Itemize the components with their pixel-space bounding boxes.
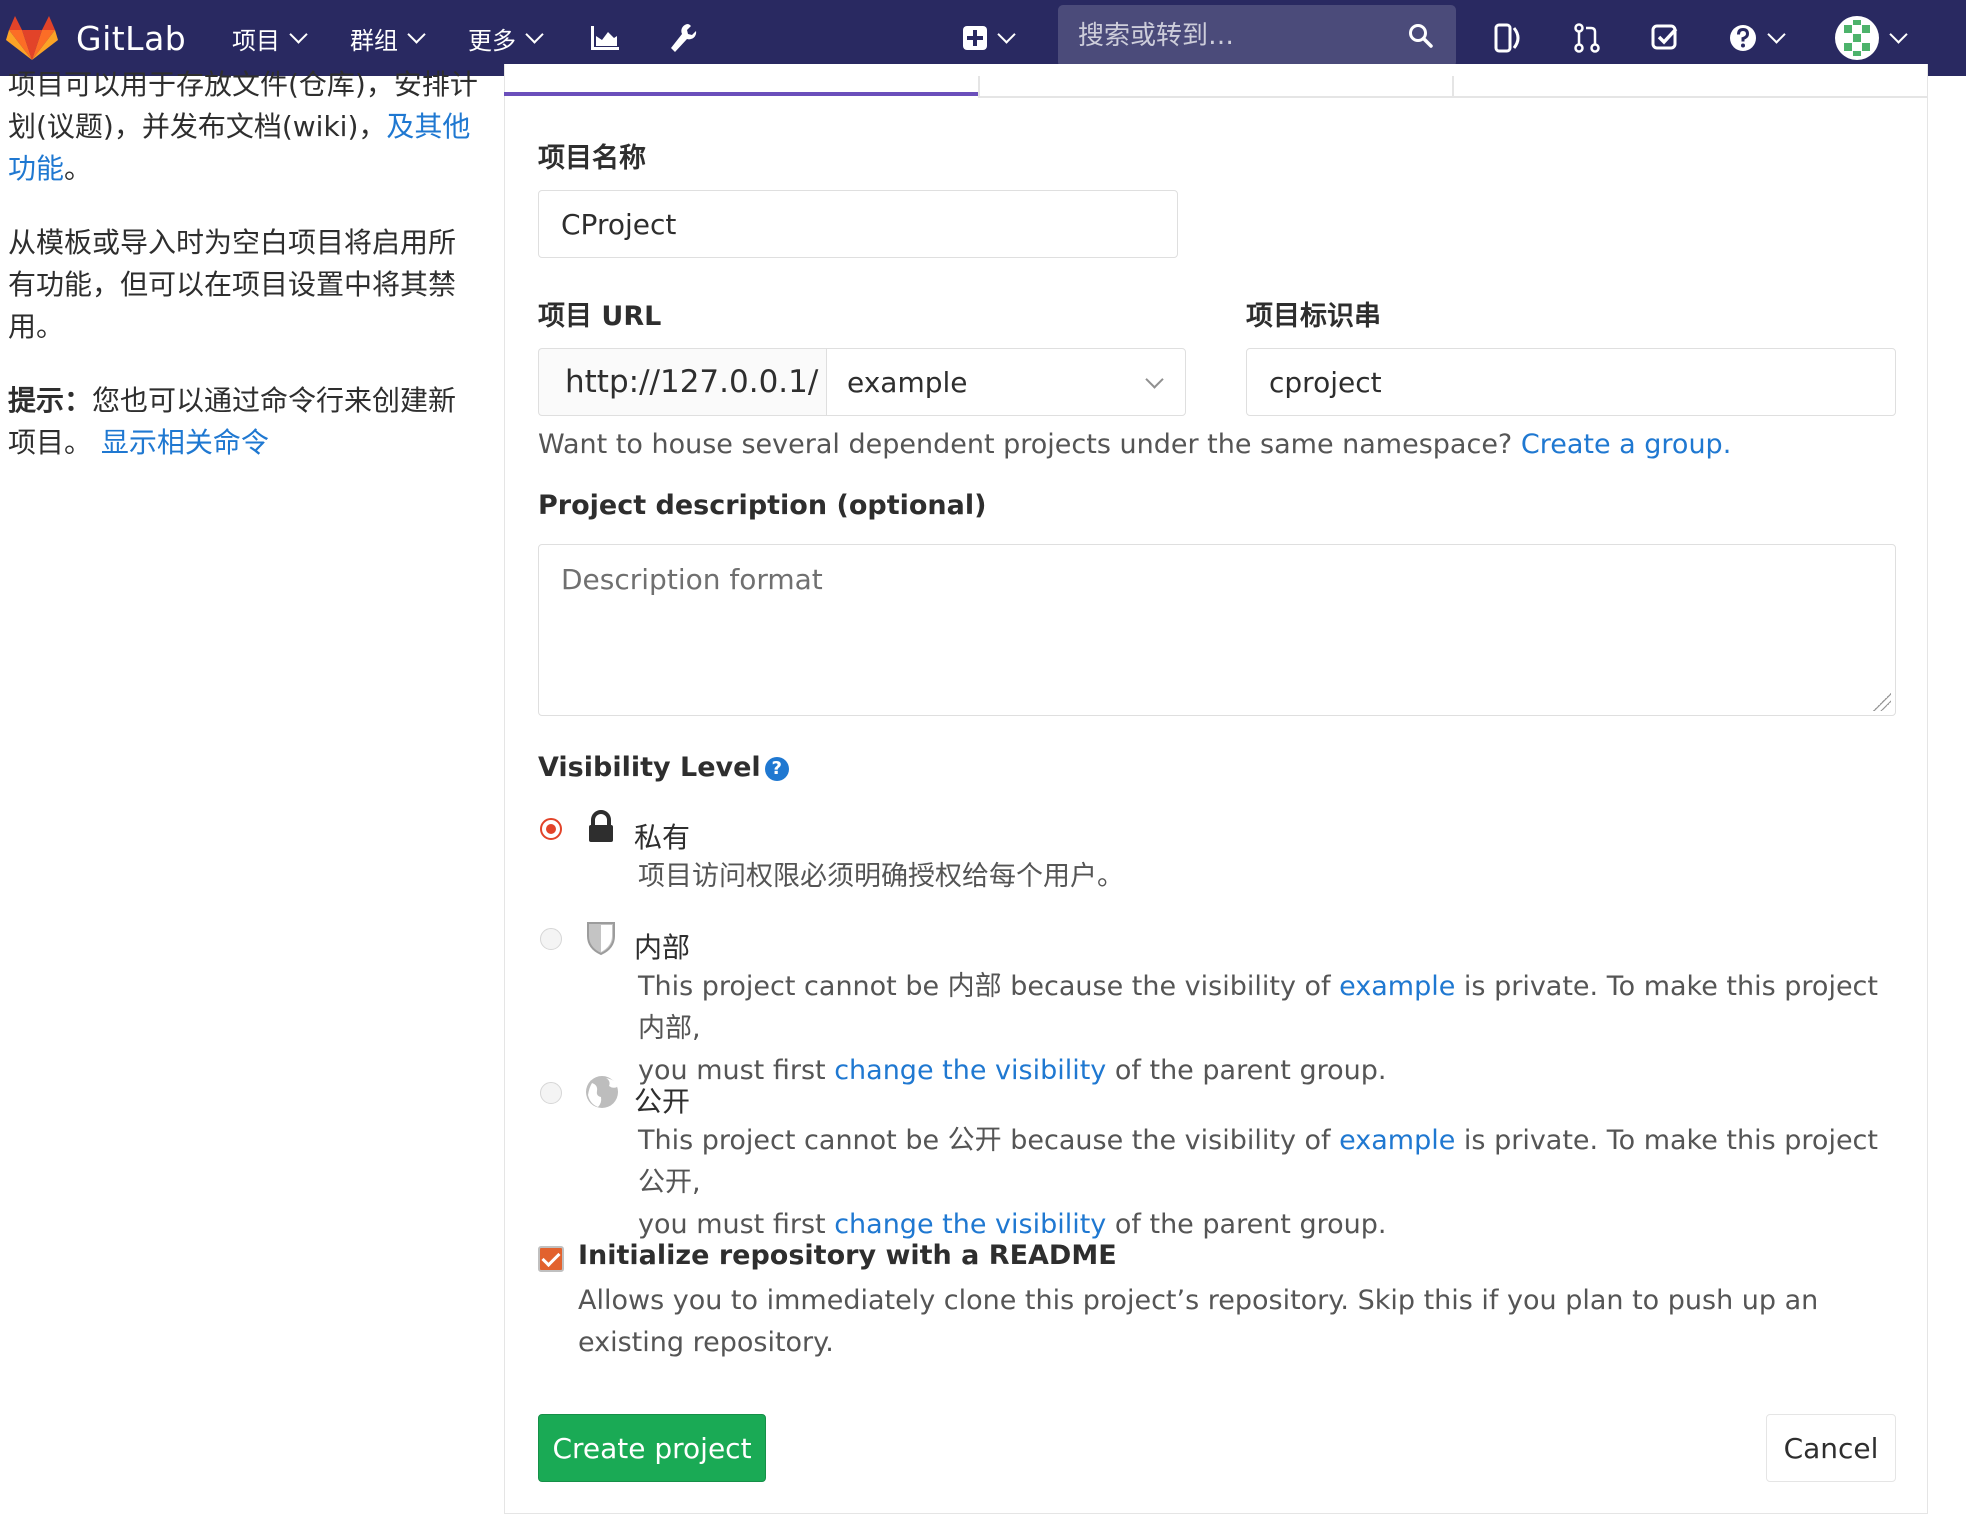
- description-label: Project description (optional): [538, 490, 987, 521]
- visibility-level-label: Visibility Level?: [538, 752, 789, 783]
- visibility-internal-title: 内部: [634, 931, 691, 964]
- chevron-down-icon: [1889, 24, 1908, 44]
- chevron-down-icon: [289, 24, 308, 44]
- avatar: [1835, 16, 1879, 60]
- visibility-level-text: Visibility Level: [538, 752, 761, 783]
- resize-grip-icon[interactable]: [1873, 693, 1891, 711]
- active-tab-indicator: [504, 92, 978, 96]
- visibility-private-radio[interactable]: [540, 818, 562, 840]
- tab-separator: [1452, 76, 1454, 98]
- template-import-text: 从模板或导入时为空白项目将启用所有功能，但可以在项目设置中将其禁用。: [8, 226, 457, 343]
- project-slug-field[interactable]: [1246, 348, 1896, 416]
- show-command-link[interactable]: 显示相关命令: [101, 426, 269, 459]
- tab-separator: [978, 76, 980, 98]
- url-prefix: http://127.0.0.1/: [538, 348, 826, 416]
- wrench-icon: [671, 24, 697, 52]
- create-group-hint: Want to house several dependent projects…: [538, 424, 1731, 466]
- tip-label: 提示：: [8, 384, 93, 417]
- tip-text: 提示：您也可以通过命令行来创建新项目。 显示相关命令: [8, 380, 478, 464]
- parent-group-link[interactable]: example: [1339, 971, 1455, 1002]
- globe-icon: [586, 1076, 618, 1108]
- chart-icon: [591, 26, 619, 50]
- visibility-public-title: 公开: [634, 1085, 691, 1118]
- chevron-down-icon: [407, 24, 426, 44]
- desc-text: of the parent group.: [1106, 1209, 1387, 1240]
- chevron-down-icon: [997, 24, 1016, 44]
- desc-text: This project cannot be 公开 because the vi…: [638, 1125, 1340, 1156]
- desc-text: This project cannot be 内部 because the vi…: [638, 971, 1340, 1002]
- search-icon: [1409, 24, 1433, 48]
- readme-desc: Allows you to immediately clone this pro…: [578, 1285, 1819, 1358]
- visibility-public-radio[interactable]: [540, 1082, 562, 1104]
- namespace-value: example: [847, 365, 968, 399]
- readme-checkbox[interactable]: [538, 1246, 564, 1272]
- tab-underline: [978, 96, 1928, 98]
- nav-menu-label: 项目: [232, 26, 280, 55]
- chevron-down-icon: [525, 24, 544, 44]
- nav-menu-label: 群组: [350, 26, 398, 55]
- chevron-down-icon: [1145, 369, 1164, 389]
- visibility-internal-desc: This project cannot be 内部 because the vi…: [638, 966, 1898, 1092]
- lock-icon: [589, 810, 613, 842]
- visibility-public-desc: This project cannot be 公开 because the vi…: [638, 1120, 1898, 1246]
- project-name-input[interactable]: [539, 207, 1177, 241]
- question-circle-icon: [1730, 25, 1756, 51]
- question-circle-icon[interactable]: ?: [764, 756, 789, 781]
- chevron-down-icon: [1767, 24, 1786, 44]
- visibility-private-desc: 项目访问权限必须明确授权给每个用户。: [638, 861, 1124, 892]
- nav-menu-label: 更多: [468, 26, 516, 55]
- desc-text: you must first: [638, 1209, 835, 1240]
- project-name-field[interactable]: [538, 190, 1178, 258]
- project-slug-input[interactable]: [1247, 365, 1895, 399]
- brand-name: GitLab: [76, 18, 187, 58]
- plus-square-icon: [963, 26, 987, 50]
- visibility-private-title: 私有: [634, 821, 691, 854]
- change-visibility-link[interactable]: change the visibility: [834, 1055, 1106, 1086]
- desc-text: of the parent group.: [1106, 1055, 1387, 1086]
- create-group-link[interactable]: Create a group.: [1521, 429, 1731, 460]
- todo-check-icon: [1651, 24, 1678, 50]
- search-input[interactable]: [1076, 20, 1410, 52]
- cancel-button[interactable]: Cancel: [1766, 1414, 1896, 1482]
- project-intro-text: 项目可以用于存放文件(仓库)，安排计划(议题)，并发布文档(wiki)，及其他功…: [8, 64, 478, 190]
- visibility-internal-radio[interactable]: [540, 928, 562, 950]
- intro-tail: 。: [64, 152, 93, 185]
- description-field[interactable]: [538, 544, 1896, 716]
- project-slug-label: 项目标识串: [1246, 301, 1381, 332]
- create-project-button[interactable]: Create project: [538, 1414, 766, 1482]
- gitlab-logo-icon: [6, 16, 58, 60]
- project-name-label: 项目名称: [538, 143, 646, 174]
- parent-group-link[interactable]: example: [1339, 1125, 1455, 1156]
- project-info-sidebar: 项目可以用于存放文件(仓库)，安排计划(议题)，并发布文档(wiki)，及其他功…: [8, 64, 478, 496]
- readme-label: Initialize repository with a README: [578, 1240, 1117, 1271]
- project-url-label: 项目 URL: [538, 301, 662, 332]
- change-visibility-link[interactable]: change the visibility: [834, 1209, 1106, 1240]
- description-textarea[interactable]: [539, 545, 1895, 715]
- issues-icon: [1494, 23, 1520, 53]
- merge-request-icon: [1574, 23, 1600, 53]
- search-box[interactable]: [1058, 5, 1456, 67]
- namespace-select[interactable]: example: [826, 348, 1186, 416]
- create-group-hint-text: Want to house several dependent projects…: [538, 429, 1513, 460]
- shield-icon: [587, 922, 615, 956]
